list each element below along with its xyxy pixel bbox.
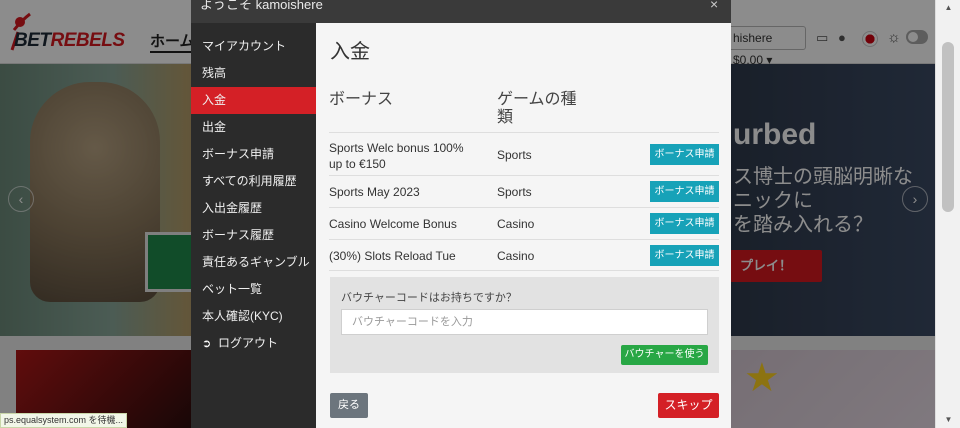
scroll-thumb[interactable] <box>942 42 954 212</box>
claim-bonus-button[interactable]: ボーナス申請 <box>650 213 719 234</box>
sidebar-item-responsible-gambling[interactable]: 責任あるギャンブル <box>191 249 316 276</box>
page-scrollbar[interactable]: ▲ ▼ <box>935 0 960 428</box>
column-header-bonus: ボーナス <box>329 91 394 108</box>
scroll-down-arrow-icon[interactable]: ▼ <box>936 412 960 428</box>
bonus-type: Casino <box>497 217 535 231</box>
table-row: Sports May 2023 Sports ボーナス申請 <box>329 175 719 207</box>
claim-bonus-button[interactable]: ボーナス申請 <box>650 144 719 165</box>
sidebar-item-transaction-history[interactable]: 入出金履歴 <box>191 195 316 222</box>
bonus-type: Sports <box>497 148 532 162</box>
welcome-text: ようこそ kamoishere <box>200 0 323 12</box>
bonus-name: Casino Welcome Bonus <box>329 217 457 231</box>
logout-icon: ➲ <box>202 338 212 350</box>
table-row: Sports Welc bonus 100% up to €150 Sports… <box>329 132 719 175</box>
claim-bonus-button[interactable]: ボーナス申請 <box>650 245 719 266</box>
bonus-name: Sports May 2023 <box>329 185 420 199</box>
voucher-label: バウチャーコードはお持ちですか？ <box>341 292 517 304</box>
use-voucher-button[interactable]: バウチャーを使う <box>621 345 708 365</box>
table-row: Casino Welcome Bonus Casino ボーナス申請 <box>329 207 719 239</box>
sidebar-item-withdraw[interactable]: 出金 <box>191 114 316 141</box>
sidebar-item-balance[interactable]: 残高 <box>191 60 316 87</box>
sidebar-item-my-account[interactable]: マイアカウント <box>191 33 316 60</box>
sidebar-item-bonus-request[interactable]: ボーナス申請 <box>191 141 316 168</box>
claim-bonus-button[interactable]: ボーナス申請 <box>650 181 719 202</box>
browser-status-bar: ps.equalsystem.com を待機... <box>0 413 127 428</box>
sidebar-item-deposit[interactable]: 入金 <box>191 87 316 114</box>
voucher-input[interactable]: バウチャーコードを入力 <box>341 309 708 335</box>
sidebar-item-bonus-history[interactable]: ボーナス履歴 <box>191 222 316 249</box>
bonus-type: Casino <box>497 249 535 263</box>
sidebar-item-all-history[interactable]: すべての利用履歴 <box>191 168 316 195</box>
table-row: (30%) Slots Reload Tue Casino ボーナス申請 <box>329 239 719 271</box>
bonus-name: Sports Welc bonus 100% up to €150 <box>329 141 464 171</box>
back-button[interactable]: 戻る <box>330 393 368 418</box>
close-icon[interactable]: × <box>710 0 718 12</box>
skip-button[interactable]: スキップ <box>658 393 719 418</box>
page-title: 入金 <box>330 41 370 63</box>
bonus-name: (30%) Slots Reload Tue <box>329 249 456 263</box>
sidebar-item-logout[interactable]: ➲ ログアウト <box>191 330 316 357</box>
voucher-section: バウチャーコードはお持ちですか？ バウチャーコードを入力 バウチャーを使う <box>330 277 719 373</box>
deposit-panel: 入金 ボーナス ゲームの種類 Sports Welc bonus 100% up… <box>316 23 731 428</box>
sidebar-item-bet-list[interactable]: ベット一覧 <box>191 276 316 303</box>
sidebar-item-kyc[interactable]: 本人確認(KYC) <box>191 303 316 330</box>
scroll-up-arrow-icon[interactable]: ▲ <box>936 0 960 16</box>
sidebar-item-label: ログアウト <box>218 336 279 350</box>
column-header-game-type: ゲームの種類 <box>497 91 577 126</box>
account-sidebar: マイアカウント 残高 入金 出金 ボーナス申請 すべての利用履歴 入出金履歴 ボ… <box>191 23 316 428</box>
bonus-type: Sports <box>497 185 532 199</box>
